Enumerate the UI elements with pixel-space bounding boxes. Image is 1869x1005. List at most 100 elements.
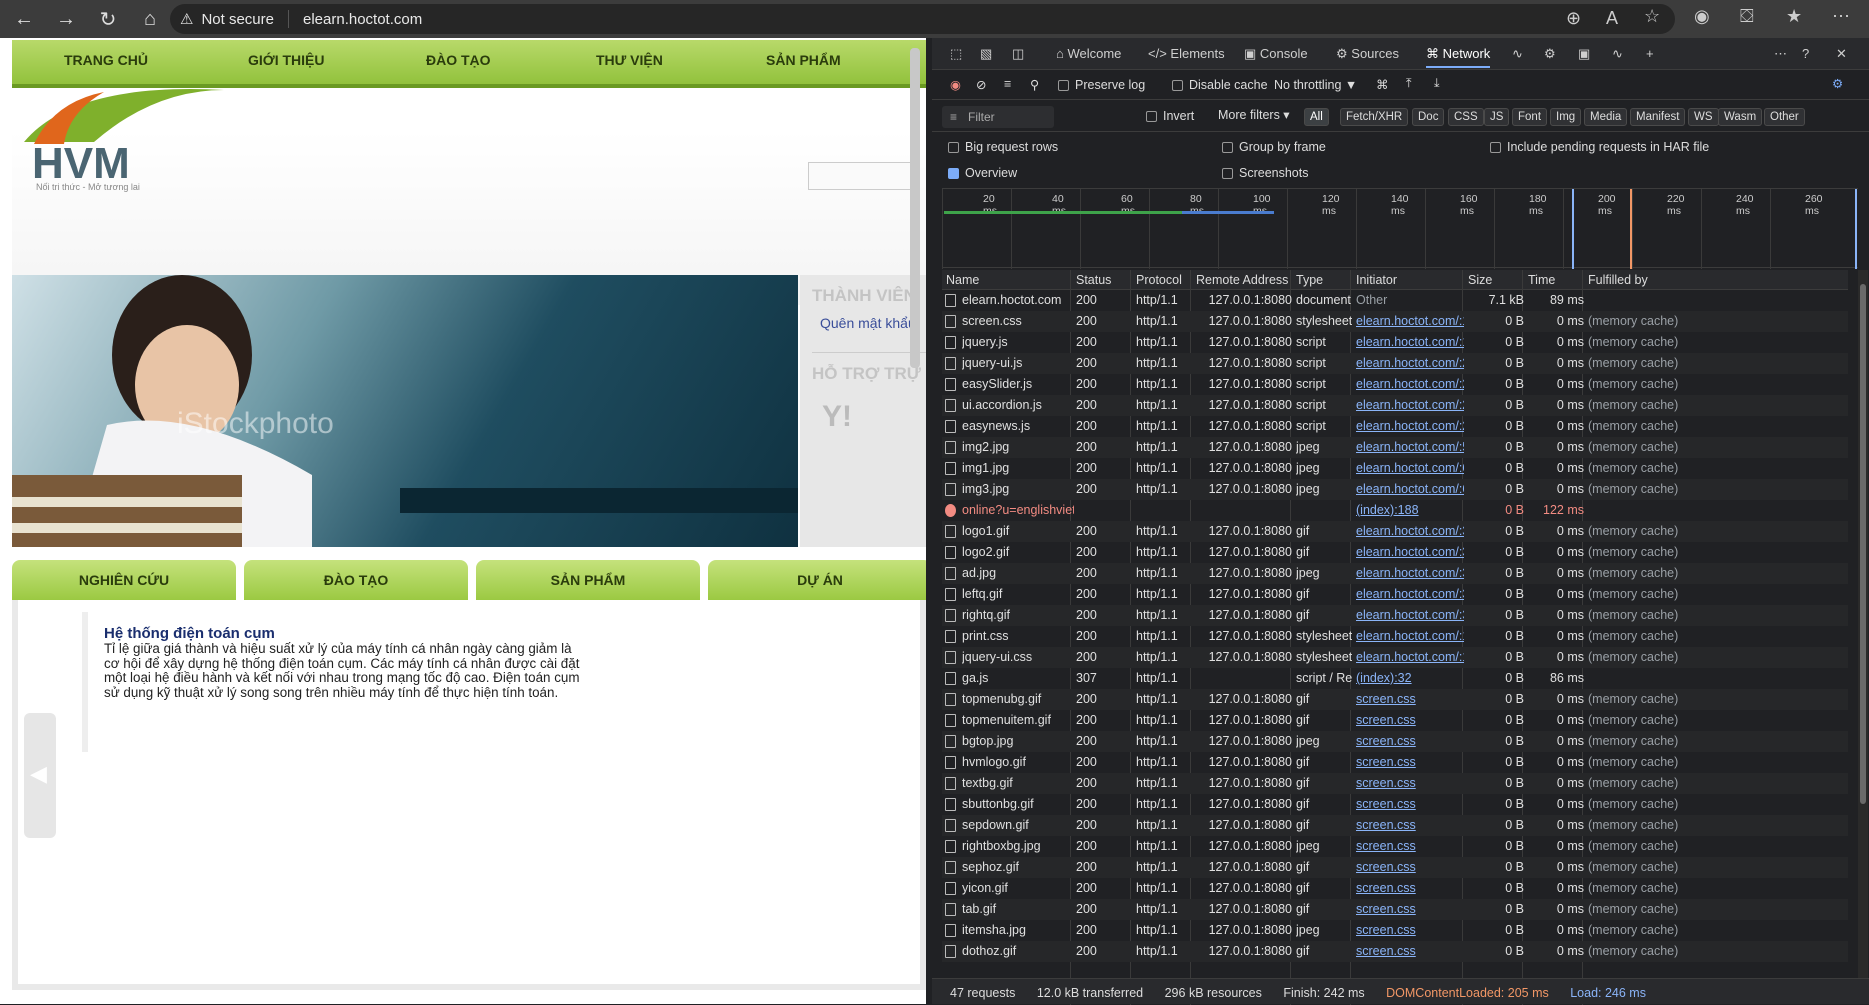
group-by-frame-checkbox[interactable]: Group by frame	[1222, 140, 1326, 154]
table-row[interactable]: jquery.js 200 http/1.1 127.0.0.1:8080 script…	[942, 332, 1848, 353]
table-row[interactable]: online?u=englishviet... (index):188 0 B 122…	[942, 500, 1848, 521]
cell-initiator[interactable]: elearn.hoctot.com/:16	[1356, 314, 1464, 328]
cell-initiator[interactable]: elearn.hoctot.com/:324	[1356, 545, 1464, 559]
table-row[interactable]: print.css 200 http/1.1 127.0.0.1:8080 styles…	[942, 626, 1848, 647]
forgot-password-link[interactable]: Quên mật khẩu	[820, 315, 916, 331]
type-filter-fetch[interactable]: Fetch/XHR	[1340, 108, 1409, 126]
performance-icon[interactable]: ∿	[1512, 46, 1523, 62]
clear-icon[interactable]: ⊘	[976, 77, 986, 92]
table-row[interactable]: topmenuitem.gif 200 http/1.1 127.0.0.1:8080…	[942, 710, 1848, 731]
cell-initiator[interactable]: screen.css	[1356, 692, 1464, 706]
settings-gear-icon[interactable]: ⚙	[1544, 46, 1556, 62]
table-row[interactable]: rightboxbg.jpg 200 http/1.1 127.0.0.1:8080 j…	[942, 836, 1848, 857]
nav-library[interactable]: THƯ VIỆN	[596, 52, 663, 68]
table-row[interactable]: jquery-ui.js 200 http/1.1 127.0.0.1:8080 scr…	[942, 353, 1848, 374]
cell-initiator[interactable]: screen.css	[1356, 713, 1464, 727]
favorite-star-icon[interactable]: ☆	[1644, 6, 1660, 27]
cell-initiator[interactable]: elearn.hoctot.com/:328	[1356, 566, 1464, 580]
table-row[interactable]: img2.jpg 200 http/1.1 127.0.0.1:8080 jpeg ele…	[942, 437, 1848, 458]
disable-cache-checkbox[interactable]: Disable cache	[1172, 78, 1268, 92]
table-row[interactable]: easySlider.js 200 http/1.1 127.0.0.1:8080 sc…	[942, 374, 1848, 395]
table-row[interactable]: screen.css 200 http/1.1 127.0.0.1:8080 style…	[942, 311, 1848, 332]
table-row[interactable]: yicon.gif 200 http/1.1 127.0.0.1:8080 gif scr…	[942, 878, 1848, 899]
cell-initiator[interactable]: screen.css	[1356, 839, 1464, 853]
article-title[interactable]: Hệ thống điện toán cụm	[104, 625, 275, 642]
table-row[interactable]: tab.gif 200 http/1.1 127.0.0.1:8080 gif scree…	[942, 899, 1848, 920]
cell-initiator[interactable]: Other	[1356, 293, 1464, 307]
include-pending-checkbox[interactable]: Include pending requests in HAR file	[1490, 140, 1709, 154]
add-tool-icon[interactable]: +	[1646, 46, 1654, 61]
zoom-icon[interactable]: ⊕	[1566, 8, 1581, 29]
slider-prev-button[interactable]: ◀	[24, 713, 56, 838]
address-bar[interactable]: ⚠ Not secure elearn.hoctot.com ⊕ A ☆	[170, 4, 1675, 34]
cell-initiator[interactable]: elearn.hoctot.com/:59	[1356, 440, 1464, 454]
dock-icon[interactable]: ◫	[1012, 46, 1024, 62]
cell-initiator[interactable]: elearn.hoctot.com/:355	[1356, 587, 1464, 601]
cell-initiator[interactable]: screen.css	[1356, 818, 1464, 832]
throttling-select[interactable]: No throttling ▼	[1274, 78, 1357, 92]
table-row[interactable]: bgtop.jpg 200 http/1.1 127.0.0.1:8080 jpeg sc…	[942, 731, 1848, 752]
table-row[interactable]: sbuttonbg.gif 200 http/1.1 127.0.0.1:8080 gi…	[942, 794, 1848, 815]
forward-icon[interactable]: →	[48, 4, 84, 34]
read-aloud-icon[interactable]: A	[1606, 8, 1618, 29]
tab-console[interactable]: ▣ Console	[1244, 46, 1308, 62]
table-row[interactable]: leftq.gif 200 http/1.1 127.0.0.1:8080 gif ele…	[942, 584, 1848, 605]
table-row[interactable]: img3.jpg 200 http/1.1 127.0.0.1:8080 jpeg ele…	[942, 479, 1848, 500]
yahoo-icon[interactable]: Y!	[822, 400, 852, 434]
page-scrollbar[interactable]	[910, 48, 920, 368]
cell-initiator[interactable]: elearn.hoctot.com/:356	[1356, 608, 1464, 622]
filter-input[interactable]: ≡ Filter	[942, 106, 1054, 128]
home-icon[interactable]: ⌂	[132, 4, 168, 34]
tab-elements[interactable]: </> Elements	[1148, 46, 1225, 61]
table-row[interactable]: ui.accordion.js 200 http/1.1 127.0.0.1:8080…	[942, 395, 1848, 416]
cell-initiator[interactable]: screen.css	[1356, 797, 1464, 811]
table-row[interactable]: sepdown.gif 200 http/1.1 127.0.0.1:8080 gif s…	[942, 815, 1848, 836]
cell-initiator[interactable]: screen.css	[1356, 923, 1464, 937]
close-icon[interactable]: ✕	[1836, 46, 1847, 62]
url-text[interactable]: elearn.hoctot.com	[303, 11, 422, 28]
cell-initiator[interactable]: elearn.hoctot.com/:22	[1356, 398, 1464, 412]
tab-products[interactable]: SẢN PHẨM	[476, 560, 700, 600]
type-filter-img[interactable]: Img	[1550, 108, 1582, 126]
nav-products[interactable]: SẢN PHẨM	[766, 52, 841, 68]
table-row[interactable]: ad.jpg 200 http/1.1 127.0.0.1:8080 jpeg elear…	[942, 563, 1848, 584]
cell-initiator[interactable]: (index):32	[1356, 671, 1464, 685]
screenshots-checkbox[interactable]: Screenshots	[1222, 166, 1308, 180]
table-row[interactable]: jquery-ui.css 200 http/1.1 127.0.0.1:8080 st…	[942, 647, 1848, 668]
table-row[interactable]: logo1.gif 200 http/1.1 127.0.0.1:8080 gif ele…	[942, 521, 1848, 542]
back-icon[interactable]: ←	[6, 4, 42, 34]
application-icon[interactable]: ▣	[1578, 46, 1590, 62]
tab-sources[interactable]: ⚙ Sources	[1336, 46, 1399, 62]
table-row[interactable]: topmenubg.gif 200 http/1.1 127.0.0.1:8080 gi…	[942, 689, 1848, 710]
type-filter-wasm[interactable]: Wasm	[1718, 108, 1763, 126]
table-scrollbar[interactable]	[1858, 270, 1868, 1000]
col-size[interactable]: Size	[1468, 273, 1492, 287]
search-input[interactable]	[808, 162, 918, 190]
memory-icon[interactable]: ∿	[1612, 46, 1623, 62]
col-time[interactable]: Time	[1528, 273, 1555, 287]
scroll-thumb[interactable]	[1860, 284, 1866, 804]
table-row[interactable]: ga.js 307 http/1.1 script / Re... (index):32…	[942, 668, 1848, 689]
preserve-log-checkbox[interactable]: Preserve log	[1058, 78, 1145, 92]
search-icon[interactable]: ⚲	[1030, 77, 1039, 92]
col-protocol[interactable]: Protocol	[1136, 273, 1182, 287]
table-row[interactable]: img1.jpg 200 http/1.1 127.0.0.1:8080 jpeg ele…	[942, 458, 1848, 479]
col-type[interactable]: Type	[1296, 273, 1323, 287]
tab-training[interactable]: ĐÀO TẠO	[244, 560, 468, 600]
table-row[interactable]: hvmlogo.gif 200 http/1.1 127.0.0.1:8080 gif s…	[942, 752, 1848, 773]
type-filter-media[interactable]: Media	[1584, 108, 1628, 126]
type-filter-all[interactable]: All	[1304, 108, 1329, 126]
table-row[interactable]: elearn.hoctot.com 200 http/1.1 127.0.0.1:80…	[942, 290, 1848, 311]
type-filter-css[interactable]: CSS	[1448, 108, 1484, 126]
cell-initiator[interactable]: elearn.hoctot.com/:17	[1356, 629, 1464, 643]
table-row[interactable]: itemsha.jpg 200 http/1.1 127.0.0.1:8080 jpeg…	[942, 920, 1848, 941]
cell-initiator[interactable]: elearn.hoctot.com/:21	[1356, 377, 1464, 391]
nav-training[interactable]: ĐÀO TẠO	[426, 52, 491, 68]
network-conditions-icon[interactable]: ⌘	[1376, 77, 1389, 92]
type-filter-js[interactable]: JS	[1484, 108, 1510, 126]
cell-initiator[interactable]: screen.css	[1356, 860, 1464, 874]
type-filter-manifest[interactable]: Manifest	[1630, 108, 1686, 126]
cell-initiator[interactable]: (index):188	[1356, 503, 1464, 517]
table-row[interactable]: sephoz.gif 200 http/1.1 127.0.0.1:8080 gif sc…	[942, 857, 1848, 878]
type-filter-ws[interactable]: WS	[1688, 108, 1719, 126]
